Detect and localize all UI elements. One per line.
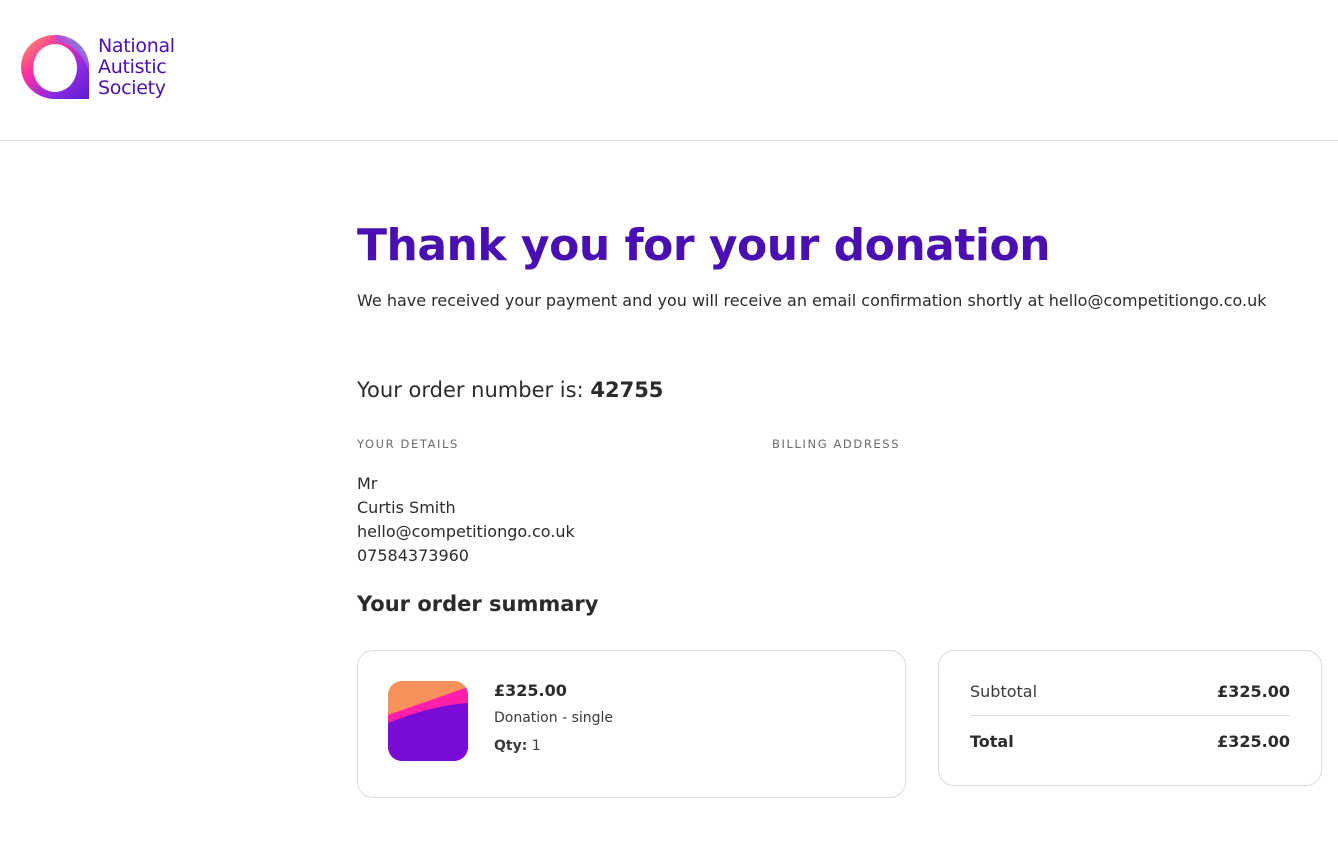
order-number-heading: Your order number is: 42755 xyxy=(357,377,1322,403)
total-label: Total xyxy=(970,732,1014,751)
total-value: £325.00 xyxy=(1217,732,1290,751)
page-title: Thank you for your donation xyxy=(357,220,1051,271)
brand-name-line: Society xyxy=(98,76,166,99)
site-header: National Autistic Society xyxy=(0,0,1338,141)
order-item-card: £325.00 Donation - single Qty: 1 xyxy=(357,650,906,798)
billing-address-label: BILLING ADDRESS xyxy=(772,437,901,451)
detail-name: Curtis Smith xyxy=(357,498,456,517)
detail-phone: 07584373960 xyxy=(357,546,469,565)
brand-name: National Autistic Society xyxy=(98,34,175,99)
subtotal-value: £325.00 xyxy=(1217,682,1290,701)
subtotal-label: Subtotal xyxy=(970,682,1038,701)
confirmation-message: We have received your payment and you wi… xyxy=(357,291,1267,310)
brand-name-line: Autistic xyxy=(98,55,167,78)
billing-address-section: BILLING ADDRESS xyxy=(772,437,900,451)
totals-divider xyxy=(970,715,1290,716)
donation-thumb-graphic xyxy=(388,681,468,761)
item-price: £325.00 xyxy=(494,681,567,700)
your-details-label: YOUR DETAILS xyxy=(357,437,459,451)
your-details-section: YOUR DETAILS Mr Curtis Smith hello@compe… xyxy=(357,437,575,568)
item-quantity-value: 1 xyxy=(531,738,541,754)
brand-logo-icon xyxy=(21,35,89,99)
brand-logo-link[interactable]: National Autistic Society xyxy=(18,32,175,102)
item-quantity: Qty: 1 xyxy=(494,737,613,755)
order-item-info: £325.00 Donation - single Qty: 1 xyxy=(494,681,613,755)
order-number-value: 42755 xyxy=(590,378,664,402)
total-row: Total £325.00 xyxy=(970,732,1290,752)
detail-email: hello@competitiongo.co.uk xyxy=(357,522,575,541)
order-details: YOUR DETAILS Mr Curtis Smith hello@compe… xyxy=(357,437,1322,567)
main-content: Thank you for your donation We have rece… xyxy=(357,218,1322,800)
detail-title: Mr xyxy=(357,474,378,493)
order-totals-card: Subtotal £325.00 Total £325.00 xyxy=(938,650,1322,786)
item-quantity-label: Qty: xyxy=(494,738,528,754)
donation-gradient-icon xyxy=(388,681,468,761)
subtotal-row: Subtotal £325.00 xyxy=(970,682,1290,702)
your-details-lines: Mr Curtis Smith hello@competitiongo.co.u… xyxy=(357,472,575,568)
order-number-label: Your order number is: xyxy=(357,378,584,402)
brand-name-line: National xyxy=(98,34,175,57)
order-summary: £325.00 Donation - single Qty: 1 Subtota… xyxy=(357,650,1322,800)
order-summary-title: Your order summary xyxy=(357,592,599,616)
item-description: Donation - single xyxy=(494,710,614,726)
